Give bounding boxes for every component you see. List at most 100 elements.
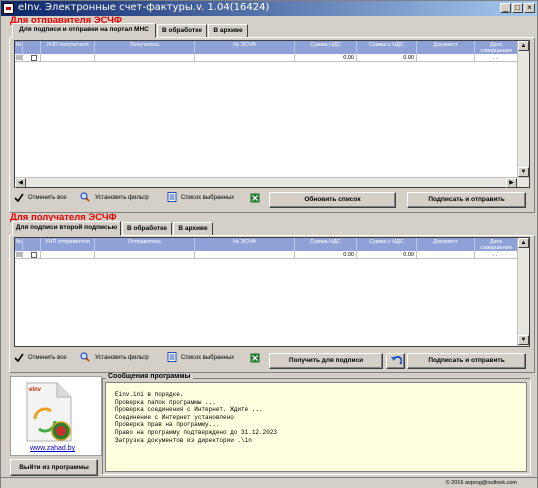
- col-total-sum[interactable]: Сумма с НДС: [357, 238, 417, 251]
- scroll-right-icon[interactable]: ▶: [506, 178, 517, 188]
- messages-log: Einv.ini в порядке. Проверка папок прогр…: [105, 382, 527, 472]
- receiver-grid: № УНП отправителя Отправитель № ЭСЧФ Сум…: [14, 237, 530, 347]
- cell-document[interactable]: [417, 251, 475, 259]
- selected-list-link[interactable]: Список выбранных: [181, 195, 234, 201]
- col-esf-number[interactable]: № ЭСЧФ: [195, 238, 295, 251]
- scroll-up-icon[interactable]: ▲: [518, 238, 529, 248]
- row-checkbox-cell[interactable]: [23, 251, 41, 259]
- row-indicator: [16, 55, 22, 60]
- row-checkbox-cell[interactable]: [23, 54, 41, 62]
- sender-grid-header: № УНП получателя Получатель № ЭСЧФ Сумма…: [15, 41, 518, 54]
- table-row[interactable]: 0.00 0.00 . .: [15, 251, 518, 259]
- undo-button[interactable]: [386, 353, 405, 369]
- tab-receiver-archive[interactable]: В архиве: [173, 222, 213, 236]
- col-document[interactable]: Документ: [417, 238, 475, 251]
- sender-grid: № УНП получателя Получатель № ЭСЧФ Сумма…: [14, 40, 530, 188]
- cell-total[interactable]: 0.00: [357, 251, 417, 259]
- deselect-all-link[interactable]: Отменить все: [28, 195, 67, 201]
- filter-icon[interactable]: [80, 192, 90, 202]
- message-line: Загрузка документов из директории .\in: [115, 436, 252, 444]
- list-icon[interactable]: [167, 352, 177, 362]
- scroll-down-icon[interactable]: ▼: [518, 335, 529, 345]
- scroll-down-icon[interactable]: ▼: [518, 167, 529, 177]
- undo-icon: [391, 356, 402, 365]
- col-sender[interactable]: Отправитель: [95, 238, 195, 251]
- close-button[interactable]: ×: [524, 3, 535, 13]
- set-filter-link[interactable]: Установить фильтр: [95, 355, 149, 361]
- app-window: eInv. Электронные счет-фактуры.v. 1.04(1…: [0, 0, 538, 488]
- message-line: Проверка соединения с Интернет. Ждите ..…: [115, 406, 263, 414]
- row-checkbox[interactable]: [31, 55, 37, 61]
- col-check[interactable]: [23, 238, 41, 251]
- excel-icon[interactable]: [250, 193, 260, 203]
- col-check[interactable]: [23, 41, 41, 54]
- logo-doc-label: eInv: [29, 387, 42, 393]
- table-row[interactable]: 0.00 0.00 . .: [15, 54, 518, 62]
- receiver-vscroll[interactable]: ▲ ▼: [517, 238, 529, 346]
- col-recipient-unp[interactable]: УНП получателя: [41, 41, 95, 54]
- title-bar[interactable]: eInv. Электронные счет-фактуры.v. 1.04(1…: [1, 1, 537, 16]
- col-recipient[interactable]: Получатель: [95, 41, 195, 54]
- cell-vat[interactable]: 0.00: [295, 251, 357, 259]
- message-line: Проверка папок программы ...: [115, 398, 216, 406]
- tab-sender-processing[interactable]: В обработке: [157, 24, 207, 38]
- row-checkbox[interactable]: [31, 252, 37, 258]
- sender-vscroll[interactable]: ▲ ▼: [517, 41, 529, 177]
- col-date[interactable]: Дата совершения: [475, 238, 518, 251]
- row-indicator-cell: [15, 251, 23, 259]
- deselect-all-link[interactable]: Отменить все: [28, 355, 67, 361]
- window-title: eInv. Электронные счет-фактуры.v. 1.04(1…: [18, 2, 270, 13]
- get-for-signing-button[interactable]: Получить для подписи: [269, 353, 383, 369]
- cell-esf[interactable]: [195, 54, 295, 62]
- filter-icon[interactable]: [80, 352, 90, 362]
- col-number[interactable]: №: [15, 41, 23, 54]
- checkmark-icon[interactable]: [14, 193, 24, 203]
- website-link[interactable]: www.zahad.by: [30, 445, 75, 452]
- col-number[interactable]: №: [15, 238, 23, 251]
- status-bar: © 2016 avprog@outlook.com: [1, 477, 537, 488]
- messages-title: Сообщения программы: [106, 373, 193, 380]
- cell-date[interactable]: . .: [475, 251, 518, 259]
- cell-vat[interactable]: 0.00: [295, 54, 357, 62]
- tab-receiver-second-sign[interactable]: Для подписи второй подписью: [12, 221, 121, 236]
- excel-icon[interactable]: [250, 353, 260, 363]
- checkmark-icon[interactable]: [14, 353, 24, 363]
- row-indicator-cell: [15, 54, 23, 62]
- message-line: Einv.ini в порядке.: [115, 391, 184, 398]
- minimize-button[interactable]: _: [500, 3, 511, 13]
- cell-party[interactable]: [95, 54, 195, 62]
- col-vat-sum[interactable]: Сумма НДС: [295, 41, 357, 54]
- col-sender-unp[interactable]: УНП отправителя: [41, 238, 95, 251]
- logo-box: eInv www.zahad.by: [10, 376, 102, 456]
- scroll-up-icon[interactable]: ▲: [518, 41, 529, 51]
- receiver-grid-header: № УНП отправителя Отправитель № ЭСЧФ Сум…: [15, 238, 518, 251]
- message-line: Право на программу подтверждено до 31.12…: [115, 428, 278, 436]
- cell-total[interactable]: 0.00: [357, 54, 417, 62]
- set-filter-link[interactable]: Установить фильтр: [95, 195, 149, 201]
- sign-and-send-button[interactable]: Подписать и отправить: [407, 192, 526, 208]
- tab-receiver-processing[interactable]: В обработке: [122, 222, 172, 236]
- cell-unp[interactable]: [41, 251, 95, 259]
- list-icon[interactable]: [167, 192, 177, 202]
- cell-esf[interactable]: [195, 251, 295, 259]
- message-line: Соединение с Интернет установлено: [115, 413, 234, 421]
- col-date[interactable]: Дата совершения: [475, 41, 518, 54]
- col-document[interactable]: Документ: [417, 41, 475, 54]
- maximize-button[interactable]: □: [512, 3, 523, 13]
- tab-sender-archive[interactable]: В архиве: [208, 24, 248, 38]
- col-vat-sum[interactable]: Сумма НДС: [295, 238, 357, 251]
- cell-date[interactable]: . .: [475, 54, 518, 62]
- message-line: Проверка прав на программу...: [115, 421, 220, 429]
- sender-hscroll[interactable]: ◀ ▶: [15, 177, 529, 188]
- scroll-left-icon[interactable]: ◀: [15, 178, 26, 188]
- cell-document[interactable]: [417, 54, 475, 62]
- col-total-sum[interactable]: Сумма с НДС: [357, 41, 417, 54]
- sign-and-send-button[interactable]: Подписать и отправить: [407, 353, 526, 369]
- tab-sender-for-signing[interactable]: Для подписи и отправки на портал МНС: [12, 23, 156, 38]
- col-esf-number[interactable]: № ЭСЧФ: [195, 41, 295, 54]
- cell-party[interactable]: [95, 251, 195, 259]
- exit-button[interactable]: Выйти из программы: [10, 459, 98, 476]
- refresh-list-button[interactable]: Обновить список: [269, 192, 396, 208]
- cell-unp[interactable]: [41, 54, 95, 62]
- selected-list-link[interactable]: Список выбранных: [181, 355, 234, 361]
